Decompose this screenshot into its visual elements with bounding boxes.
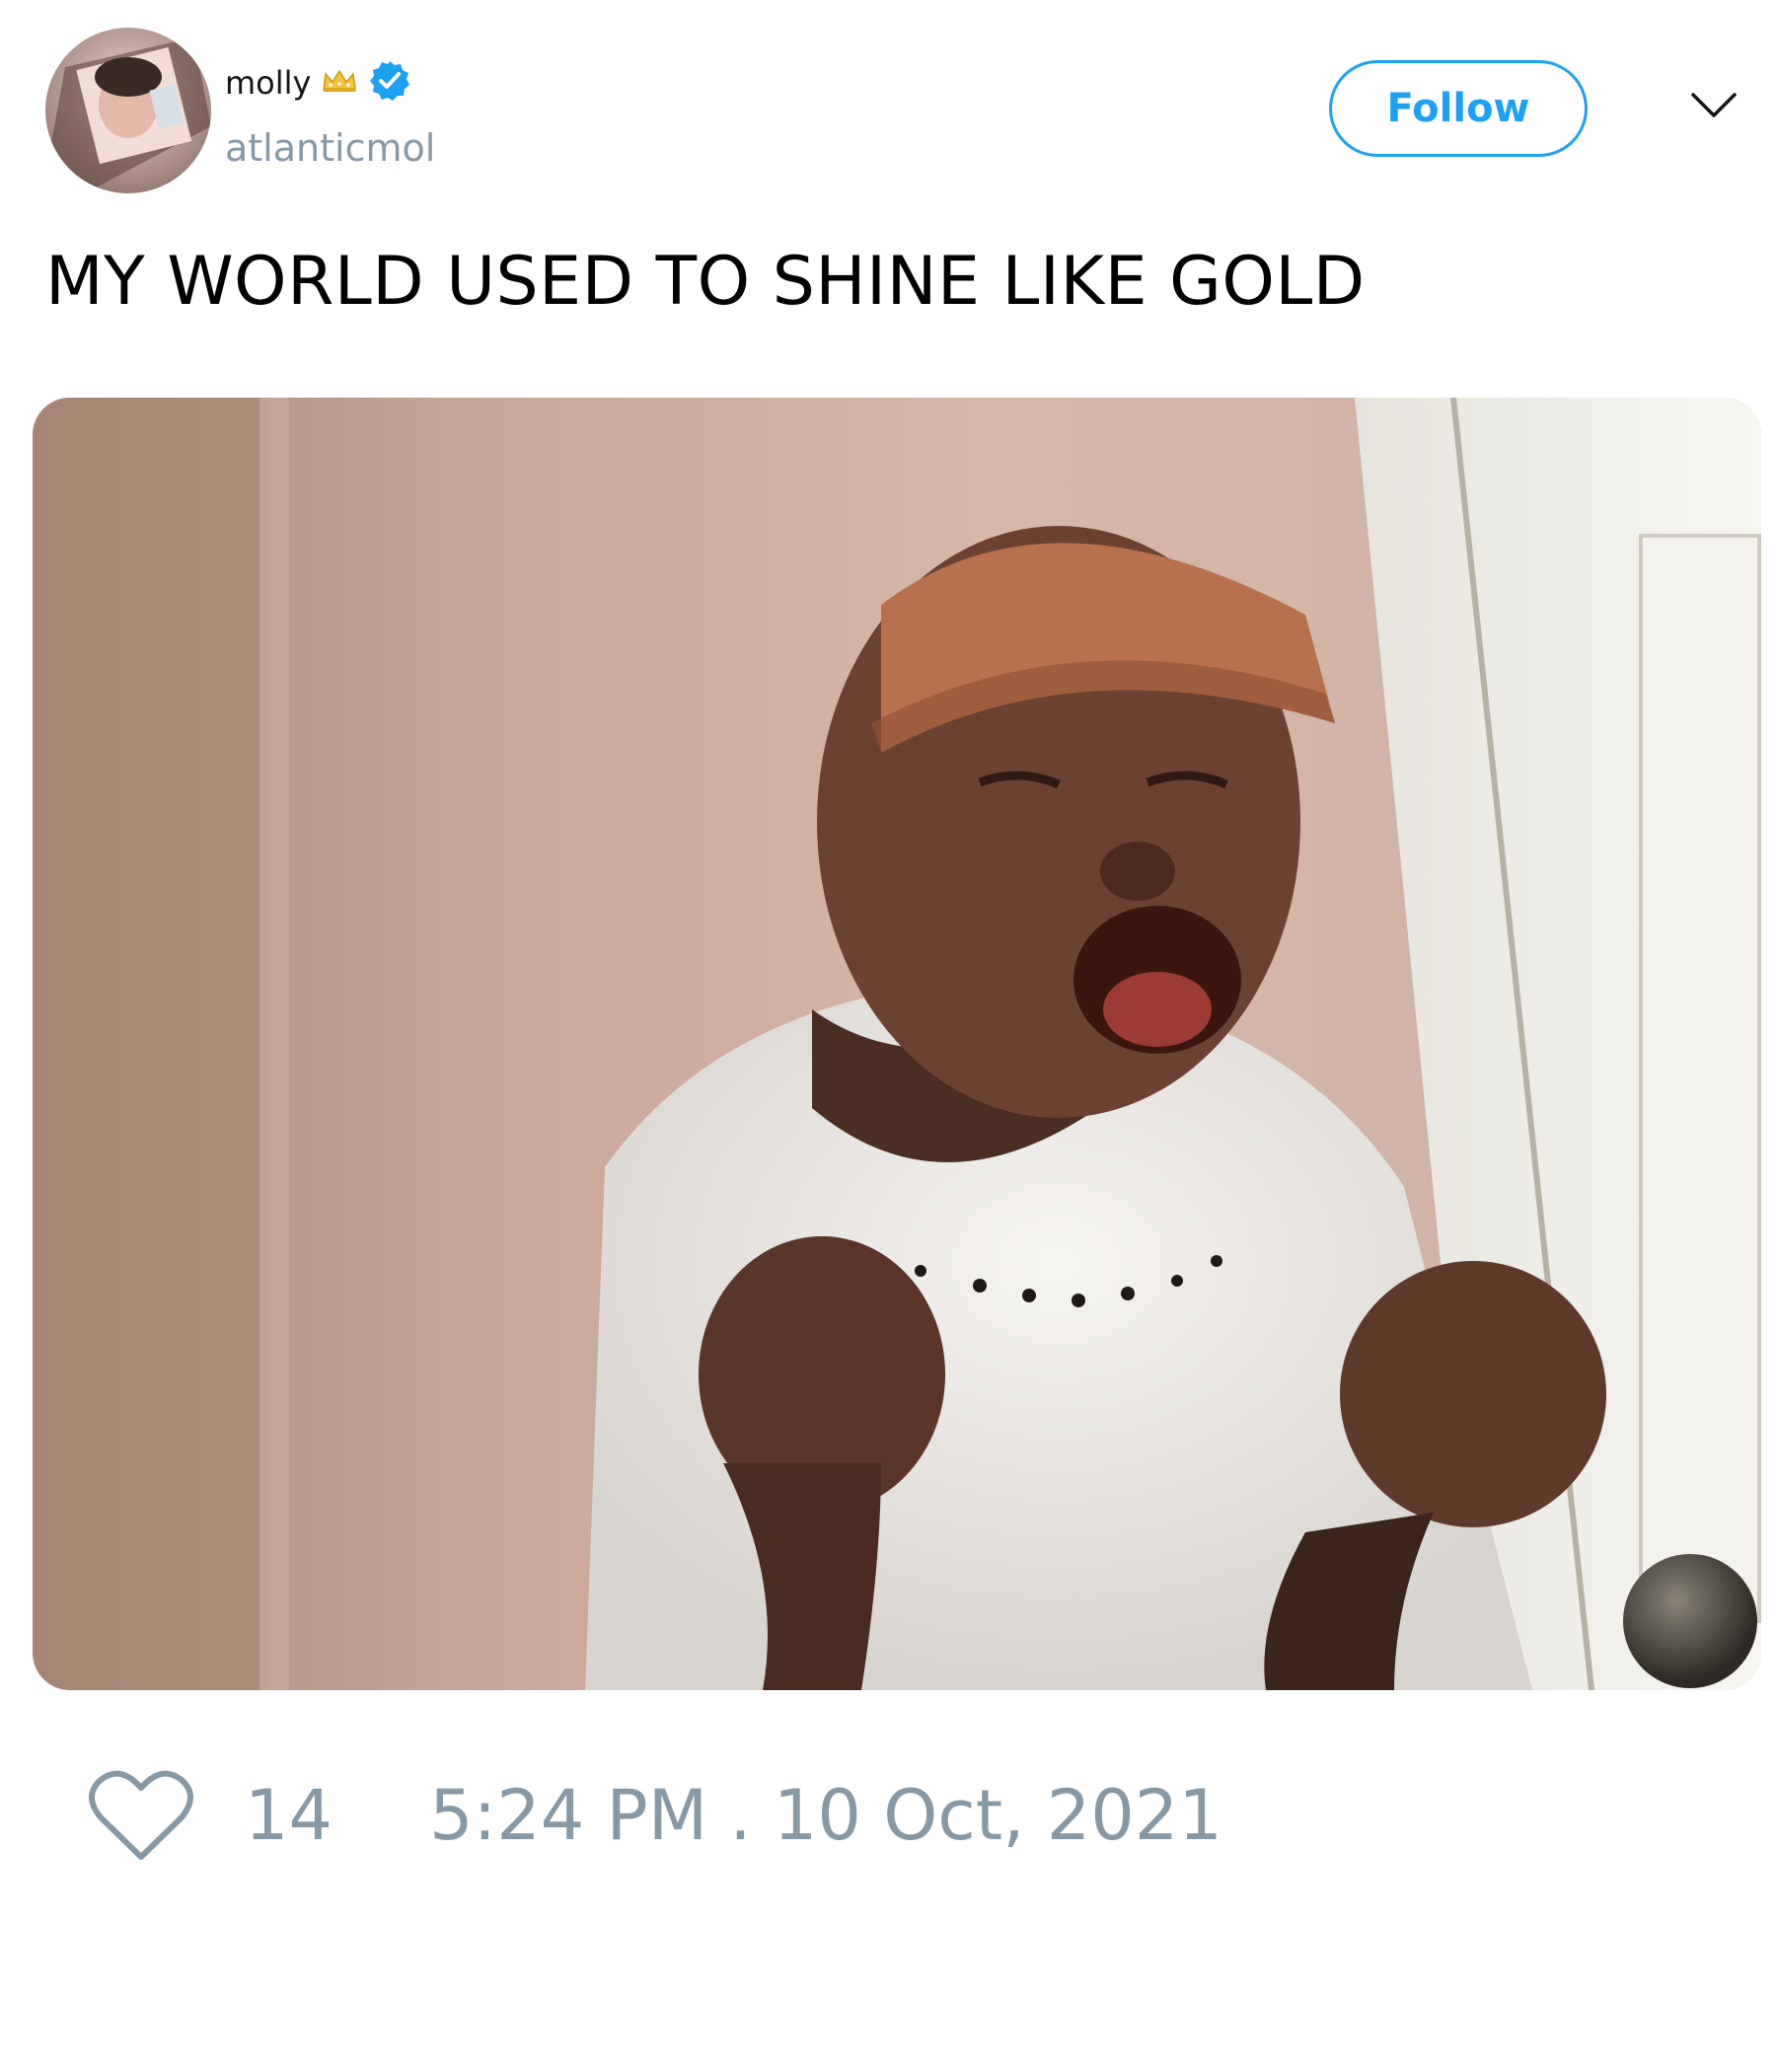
chevron-down-icon[interactable] xyxy=(1689,89,1739,122)
user-handle[interactable]: atlanticmol xyxy=(225,126,435,170)
tweet-media[interactable] xyxy=(33,398,1761,1690)
like-count: 14 xyxy=(245,1775,333,1856)
avatar-image xyxy=(45,28,211,193)
tweet-card: molly atlanticmol Follow MY WORLD USED T… xyxy=(0,0,1776,2072)
media-photo xyxy=(33,398,1761,1690)
tweet-footer: 14 5:24 PM . 10 Oct, 2021 xyxy=(89,1766,1222,1865)
display-name[interactable]: molly xyxy=(225,64,311,102)
tweet-text: MY WORLD USED TO SHINE LIKE GOLD xyxy=(45,243,1366,321)
crown-icon xyxy=(321,68,358,98)
verified-icon xyxy=(368,59,411,107)
avatar[interactable] xyxy=(45,28,211,193)
timestamp[interactable]: 5:24 PM . 10 Oct, 2021 xyxy=(429,1775,1222,1856)
follow-button[interactable]: Follow xyxy=(1329,60,1588,157)
name-row: molly xyxy=(225,61,411,105)
heart-icon[interactable] xyxy=(89,1768,193,1863)
